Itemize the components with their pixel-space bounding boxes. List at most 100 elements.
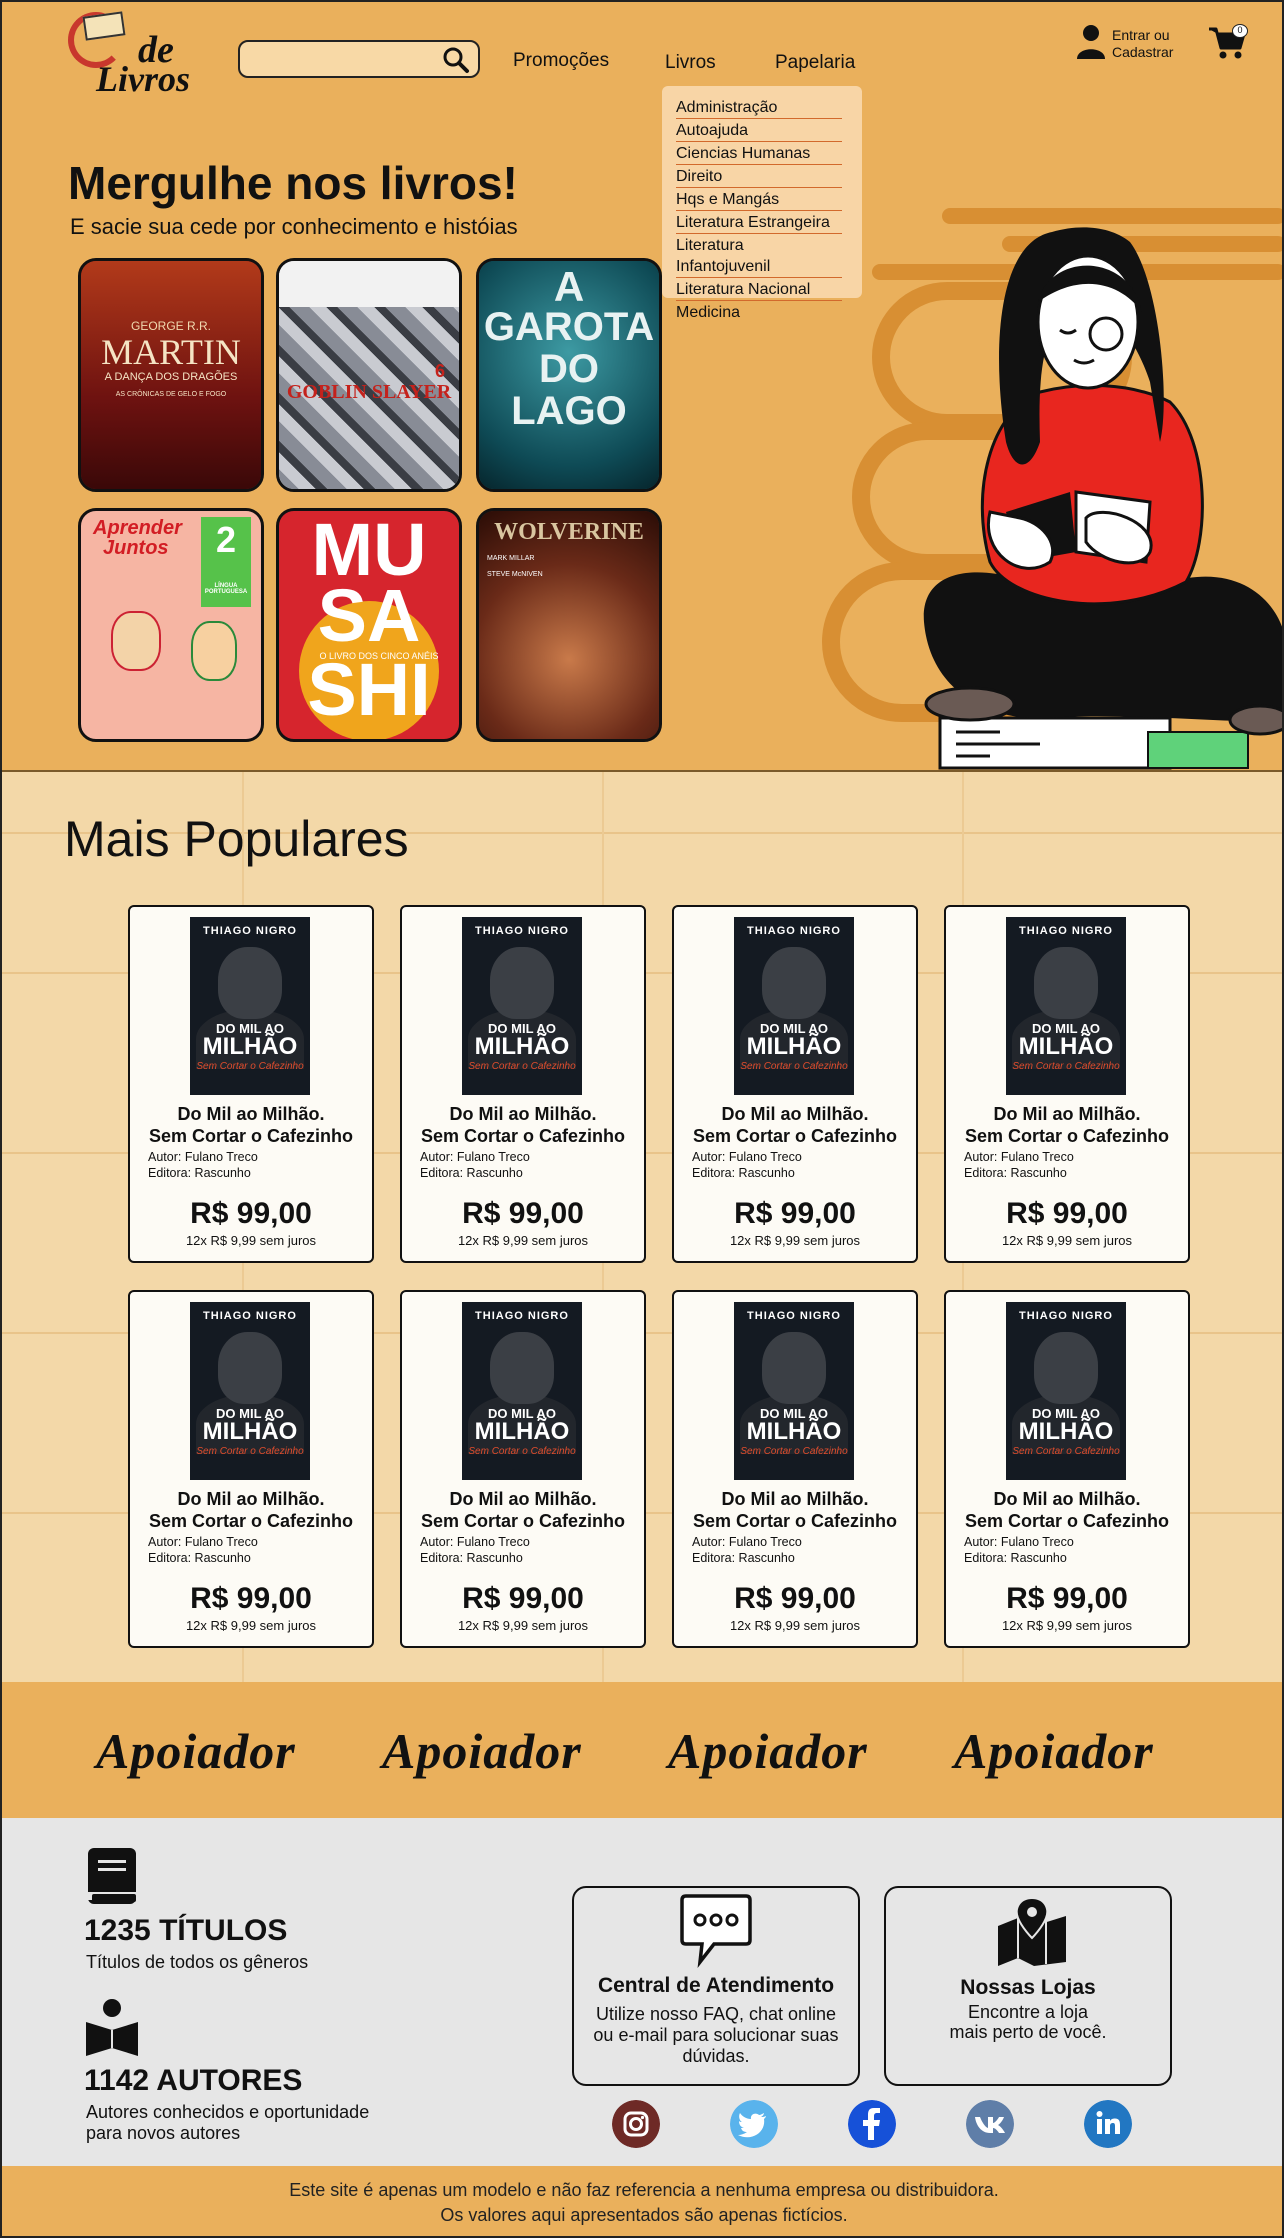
product-title-line: Do Mil ao Milhão. bbox=[177, 1489, 325, 1509]
nav-papelaria[interactable]: Papelaria bbox=[775, 52, 855, 74]
cover-title-line: MILHÃO bbox=[474, 1418, 570, 1445]
facebook-icon[interactable] bbox=[848, 2100, 896, 2148]
disclaimer-line: Os valores aqui apresentados são apenas … bbox=[440, 2205, 848, 2225]
sponsor-logo[interactable]: Apoiador bbox=[668, 1722, 868, 1780]
product-title[interactable]: Do Mil ao Milhão. Sem Cortar o Cafezinho bbox=[946, 1103, 1188, 1147]
cover-art bbox=[1034, 1332, 1098, 1404]
support-title: Central de Atendimento bbox=[597, 1974, 835, 1997]
dropdown-item[interactable]: Ciencias Humanas bbox=[676, 142, 842, 165]
instagram-icon[interactable] bbox=[612, 2100, 660, 2148]
product-card[interactable]: THIAGO NIGRO DO MIL AO MILHÃO Sem Cortar o … bbox=[944, 905, 1190, 1263]
product-title[interactable]: Do Mil ao Milhão. Sem Cortar o Cafezinho bbox=[130, 1103, 372, 1147]
product-title[interactable]: Do Mil ao Milhão. Sem Cortar o Cafezinho bbox=[130, 1488, 372, 1532]
support-text-line: ou e-mail para solucionar suas bbox=[593, 2025, 839, 2045]
featured-book-cover[interactable]: GOBLIN SLAYER 6 bbox=[276, 258, 462, 492]
cover-art bbox=[490, 947, 554, 1019]
product-card[interactable]: THIAGO NIGRO DO MIL AO MILHÃO Sem Cortar o … bbox=[400, 905, 646, 1263]
logo[interactable]: de Livros bbox=[68, 10, 190, 100]
product-title[interactable]: Do Mil ao Milhão. Sem Cortar o Cafezinho bbox=[402, 1103, 644, 1147]
product-cover-image[interactable]: THIAGO NIGRO DO MIL AO MILHÃO Sem Cortar o … bbox=[734, 1302, 854, 1480]
product-cover-image[interactable]: THIAGO NIGRO DO MIL AO MILHÃO Sem Cortar o … bbox=[1006, 917, 1126, 1095]
dropdown-item[interactable]: Direito bbox=[676, 165, 842, 188]
cart-button[interactable]: 0 bbox=[1208, 22, 1248, 60]
info-section: 1235 TÍTULOS Títulos de todos os gêneros… bbox=[2, 1818, 1282, 2166]
product-publisher: Editora: Rascunho bbox=[964, 1551, 1067, 1565]
product-author: Autor: Fulano Treco bbox=[420, 1535, 530, 1549]
cover-author: THIAGO NIGRO bbox=[1019, 1310, 1113, 1322]
cover-text: O LIVRO DOS CINCO ANÉIS bbox=[319, 651, 439, 661]
product-title[interactable]: Do Mil ao Milhão. Sem Cortar o Cafezinho bbox=[946, 1488, 1188, 1532]
product-title[interactable]: Do Mil ao Milhão. Sem Cortar o Cafezinho bbox=[674, 1103, 916, 1147]
nav-promocoes[interactable]: Promoções bbox=[513, 50, 609, 72]
product-title-line: Sem Cortar o Cafezinho bbox=[692, 1511, 898, 1531]
product-card[interactable]: THIAGO NIGRO DO MIL AO MILHÃO Sem Cortar o … bbox=[400, 1290, 646, 1648]
sponsor-logo[interactable]: Apoiador bbox=[96, 1722, 296, 1780]
product-card[interactable]: THIAGO NIGRO DO MIL AO MILHÃO Sem Cortar o … bbox=[672, 905, 918, 1263]
login-link[interactable]: Entrar ou Cadastrar bbox=[1076, 24, 1186, 64]
cover-author: THIAGO NIGRO bbox=[203, 1310, 297, 1322]
product-cover-image[interactable]: THIAGO NIGRO DO MIL AO MILHÃO Sem Cortar o … bbox=[734, 917, 854, 1095]
map-icon bbox=[998, 1896, 1066, 1966]
dropdown-item[interactable]: Autoajuda bbox=[676, 119, 842, 142]
product-installments: 12x R$ 9,99 sem juros bbox=[457, 1233, 589, 1248]
product-card[interactable]: THIAGO NIGRO DO MIL AO MILHÃO Sem Cortar o … bbox=[128, 1290, 374, 1648]
cover-title-line: MILHÃO bbox=[746, 1033, 842, 1060]
product-card[interactable]: THIAGO NIGRO DO MIL AO MILHÃO Sem Cortar o … bbox=[672, 1290, 918, 1648]
product-cover-image[interactable]: THIAGO NIGRO DO MIL AO MILHÃO Sem Cortar o … bbox=[190, 917, 310, 1095]
product-card[interactable]: THIAGO NIGRO DO MIL AO MILHÃO Sem Cortar o … bbox=[944, 1290, 1190, 1648]
product-meta: Autor: Fulano Treco Editora: Rascunho bbox=[692, 1534, 802, 1566]
stores-card[interactable]: Nossas Lojas Encontre a loja mais perto … bbox=[884, 1886, 1172, 2086]
stores-text-line: Encontre a loja bbox=[967, 2002, 1089, 2022]
dropdown-item[interactable]: Literatura Infantojuvenil bbox=[676, 234, 842, 278]
product-price: R$ 99,00 bbox=[462, 1582, 584, 1615]
product-price: R$ 99,00 bbox=[190, 1582, 312, 1615]
dropdown-item[interactable]: Hqs e Mangás bbox=[676, 188, 842, 211]
cover-text: 6 bbox=[434, 361, 445, 381]
product-publisher: Editora: Rascunho bbox=[692, 1166, 795, 1180]
cover-art bbox=[218, 947, 282, 1019]
sponsor-logo[interactable]: Apoiador bbox=[954, 1722, 1154, 1780]
product-publisher: Editora: Rascunho bbox=[692, 1551, 795, 1565]
product-meta: Autor: Fulano Treco Editora: Rascunho bbox=[692, 1149, 802, 1181]
cover-art bbox=[490, 1332, 554, 1404]
twitter-icon[interactable] bbox=[730, 2100, 778, 2148]
cover-text: AS CRÔNICAS DE GELO E FOGO bbox=[115, 391, 227, 398]
authors-desc-line: Autores conhecidos e oportunidade bbox=[86, 2102, 370, 2122]
cover-title-line: MILHÃO bbox=[202, 1033, 298, 1060]
vk-icon[interactable] bbox=[966, 2100, 1014, 2148]
featured-book-cover[interactable]: GEORGE R.R. MARTIN A DANÇA DOS DRAGÕES A… bbox=[78, 258, 264, 492]
dropdown-item[interactable]: Administração bbox=[676, 96, 842, 119]
product-meta: Autor: Fulano Treco Editora: Rascunho bbox=[148, 1149, 258, 1181]
product-title-line: Sem Cortar o Cafezinho bbox=[420, 1126, 626, 1146]
support-card[interactable]: Central de Atendimento Utilize nosso FAQ… bbox=[572, 1886, 860, 2086]
cover-text: LAGO bbox=[511, 389, 627, 433]
product-cover-image[interactable]: THIAGO NIGRO DO MIL AO MILHÃO Sem Cortar o … bbox=[462, 1302, 582, 1480]
search-input[interactable] bbox=[238, 40, 480, 78]
dropdown-item[interactable]: Medicina bbox=[676, 301, 842, 323]
user-icon bbox=[1077, 25, 1105, 59]
product-cover-image[interactable]: THIAGO NIGRO DO MIL AO MILHÃO Sem Cortar o … bbox=[190, 1302, 310, 1480]
reader-icon bbox=[86, 1999, 138, 2056]
dropdown-item[interactable]: Literatura Nacional bbox=[676, 278, 842, 301]
nav-livros[interactable]: Livros bbox=[665, 52, 716, 74]
featured-book-cover[interactable]: WOLVERINE MARK MILLAR STEVE McNIVEN bbox=[476, 508, 662, 742]
product-card[interactable]: THIAGO NIGRO DO MIL AO MILHÃO Sem Cortar o … bbox=[128, 905, 374, 1263]
cover-subtitle: Sem Cortar o Cafezinho bbox=[740, 1061, 848, 1072]
product-title-line: Do Mil ao Milhão. bbox=[449, 1104, 597, 1124]
search-icon[interactable] bbox=[442, 46, 470, 74]
featured-book-cover[interactable]: Aprender Juntos 2 LÍNGUA PORTUGUESA bbox=[78, 508, 264, 742]
sponsor-logo[interactable]: Apoiador bbox=[382, 1722, 582, 1780]
product-meta: Autor: Fulano Treco Editora: Rascunho bbox=[148, 1534, 258, 1566]
product-title[interactable]: Do Mil ao Milhão. Sem Cortar o Cafezinho bbox=[674, 1488, 916, 1532]
linkedin-icon[interactable] bbox=[1084, 2100, 1132, 2148]
product-cover-image[interactable]: THIAGO NIGRO DO MIL AO MILHÃO Sem Cortar o … bbox=[462, 917, 582, 1095]
dropdown-item[interactable]: Literatura Estrangeira bbox=[676, 211, 842, 234]
livros-dropdown-menu: Administração Autoajuda Ciencias Humanas… bbox=[662, 86, 862, 321]
product-title[interactable]: Do Mil ao Milhão. Sem Cortar o Cafezinho bbox=[402, 1488, 644, 1532]
product-cover-image[interactable]: THIAGO NIGRO DO MIL AO MILHÃO Sem Cortar o … bbox=[1006, 1302, 1126, 1480]
featured-book-cover[interactable]: MU SA SHI O LIVRO DOS CINCO ANÉIS bbox=[276, 508, 462, 742]
featured-book-cover[interactable]: A GAROTA DO LAGO bbox=[476, 258, 662, 492]
authors-desc: Autores conhecidos e oportunidade para n… bbox=[86, 2102, 369, 2144]
cover-subtitle: Sem Cortar o Cafezinho bbox=[1012, 1061, 1120, 1072]
product-title-line: Sem Cortar o Cafezinho bbox=[148, 1511, 354, 1531]
